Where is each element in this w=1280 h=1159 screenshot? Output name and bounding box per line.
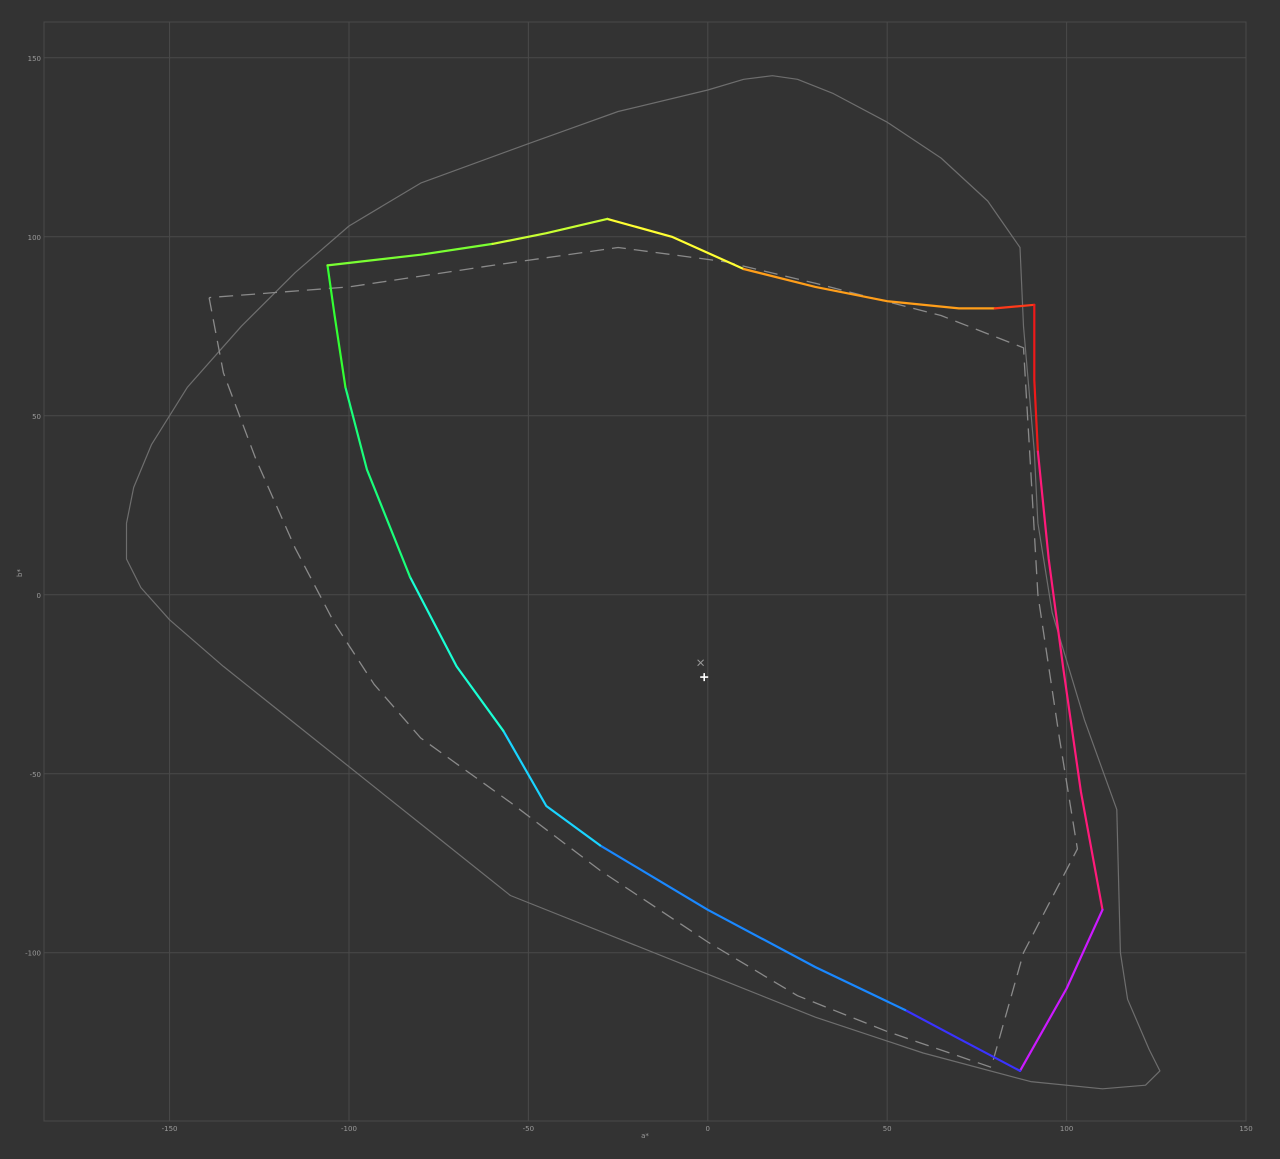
- y-tick-label: -100: [25, 950, 41, 958]
- plot-frame: [43, 21, 1247, 1122]
- gamut-chart: -150 -100 -50 0 50 100 150 150 100 50 0 -50 -100 a*…: [16, 21, 1253, 1140]
- spectral-locus-line: [125, 75, 1161, 1090]
- gamut-boundary-segment: [326, 264, 347, 389]
- gamut-boundary-segment: [408, 575, 505, 732]
- gamut-boundary-segment: [491, 217, 609, 245]
- gamut-boundary-segment: [326, 242, 494, 267]
- y-tick-label: 0: [37, 592, 41, 600]
- y-axis-ticks: 150 100 50 0 -50 -100: [25, 55, 41, 958]
- markers: [697, 659, 709, 682]
- gamut-boundary-segment: [598, 844, 907, 1012]
- white-point-x-marker: [697, 659, 704, 667]
- y-axis-label: b*: [16, 569, 24, 577]
- series: [125, 75, 1161, 1090]
- x-tick-label: 50: [883, 1125, 892, 1133]
- target-plus-marker: [700, 673, 709, 682]
- x-tick-label: 100: [1060, 1125, 1073, 1133]
- x-axis-label: a*: [641, 1132, 649, 1140]
- x-axis-ticks: -150 -100 -50 0 50 100 150: [162, 1125, 1253, 1133]
- x-tick-label: 0: [706, 1125, 710, 1133]
- gamut-boundary-segment: [1018, 908, 1104, 1073]
- x-tick-label: -100: [341, 1125, 357, 1133]
- gamut-boundary-segment: [1036, 450, 1104, 911]
- x-tick-label: -50: [523, 1125, 534, 1133]
- gamut-boundary-segment: [993, 303, 1036, 310]
- y-tick-label: -50: [30, 771, 41, 779]
- gamut-boundary-segment: [1033, 303, 1040, 453]
- reference-gamut-dashed-line: [208, 246, 1079, 1068]
- gamut-boundary-segment: [742, 267, 996, 310]
- x-tick-label: -150: [162, 1125, 178, 1133]
- x-tick-label: 150: [1239, 1125, 1252, 1133]
- gamut-boundary-segment: [502, 729, 602, 847]
- y-tick-label: 100: [28, 234, 41, 242]
- y-tick-label: 50: [32, 413, 41, 421]
- gamut-boundary-segment: [903, 1008, 1022, 1073]
- y-tick-label: 150: [28, 55, 41, 63]
- grid: [44, 22, 1247, 1121]
